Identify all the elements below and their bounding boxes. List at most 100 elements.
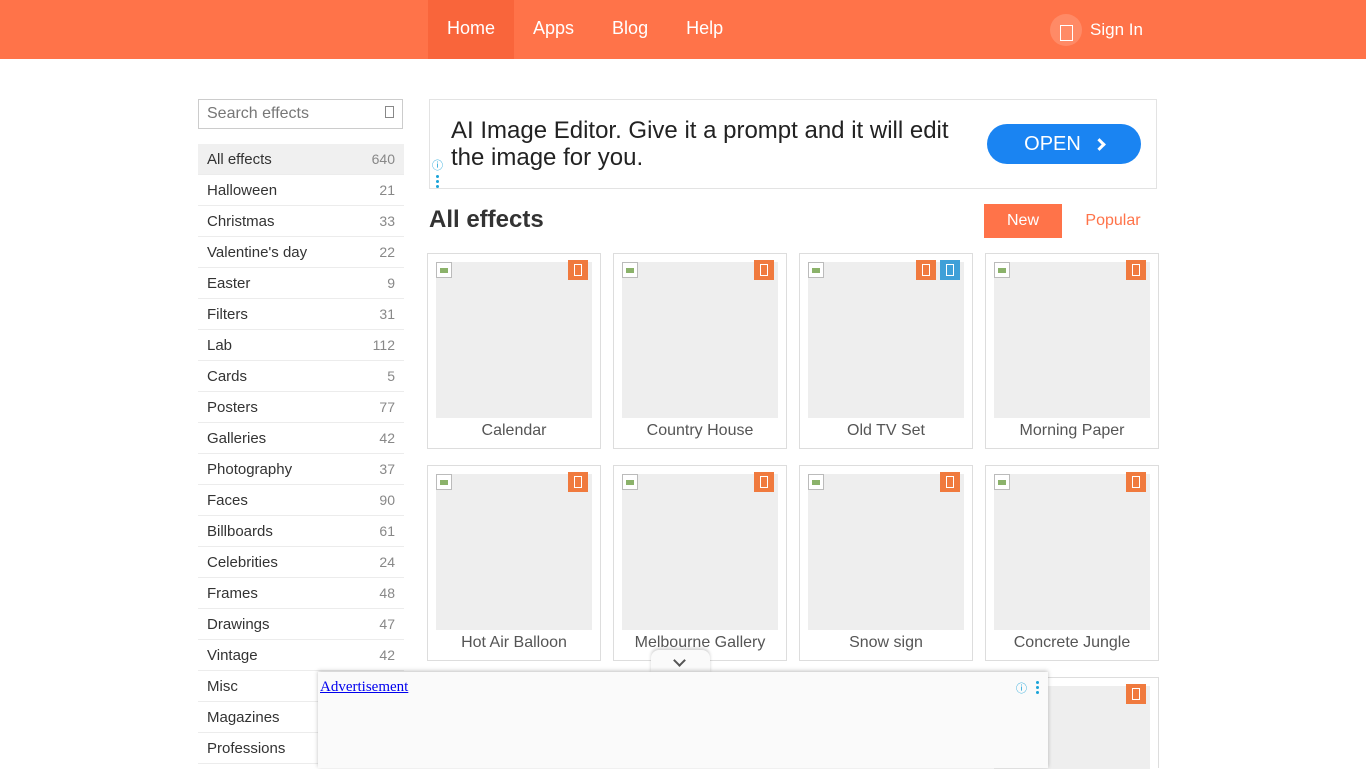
effect-thumbnail — [436, 262, 592, 418]
category-label: Celebrities — [207, 553, 278, 571]
page-title: All effects — [429, 206, 544, 233]
category-label: Lab — [207, 336, 233, 354]
category-item-posters[interactable]: Posters 77 — [198, 392, 404, 423]
category-item-easter[interactable]: Easter 9 — [198, 268, 404, 299]
category-item-celebrities[interactable]: Celebrities 24 — [198, 547, 404, 578]
category-label: Christmas — [207, 212, 275, 230]
advertisement-link[interactable]: Advertisement — [320, 679, 408, 696]
effect-name: Concrete Jungle — [1013, 634, 1131, 651]
category-label: Posters — [207, 398, 258, 416]
category-label: All effects — [207, 150, 272, 168]
category-count: 90 — [379, 492, 395, 508]
badge-icon — [754, 472, 774, 492]
category-item-halloween[interactable]: Halloween 21 — [198, 175, 404, 206]
category-item-filters[interactable]: Filters 31 — [198, 299, 404, 330]
badge-icon — [568, 472, 588, 492]
effect-name: Old TV Set — [847, 422, 925, 439]
effect-name: Country House — [646, 422, 754, 439]
ad-info-icon[interactable]: ⓘ — [1016, 680, 1027, 696]
category-count: 47 — [379, 616, 395, 632]
ad-banner[interactable]: AI Image Editor. Give it a prompt and it… — [429, 99, 1157, 189]
category-label: Misc — [207, 677, 238, 695]
broken-image-icon — [622, 474, 638, 490]
nav-help[interactable]: Help — [667, 0, 742, 59]
broken-image-icon — [436, 262, 452, 278]
broken-image-icon — [808, 262, 824, 278]
category-label: Valentine's day — [207, 243, 308, 261]
ad-menu-icon[interactable] — [436, 175, 439, 190]
effect-card-melbourne-gallery[interactable]: Melbourne Gallery — [613, 465, 787, 661]
search-input[interactable] — [199, 100, 379, 128]
category-label: Frames — [207, 584, 258, 602]
category-label: Easter — [207, 274, 251, 292]
badge-icon — [754, 260, 774, 280]
category-count: 9 — [387, 275, 395, 291]
ad-text: AI Image Editor. Give it a prompt and it… — [451, 117, 949, 171]
broken-image-icon — [994, 262, 1010, 278]
category-count: 21 — [379, 182, 395, 198]
search-box — [198, 99, 403, 129]
effect-card-snow-sign[interactable]: Snow sign — [799, 465, 973, 661]
effect-name: Morning Paper — [1019, 422, 1125, 439]
effect-thumbnail — [436, 474, 592, 630]
category-count: 24 — [379, 554, 395, 570]
nav-home[interactable]: Home — [428, 0, 515, 59]
category-count: 48 — [379, 585, 395, 601]
category-label: Professions — [207, 739, 286, 757]
sort-new-button[interactable]: New — [984, 204, 1062, 238]
effect-card-calendar[interactable]: Calendar — [427, 253, 601, 449]
ad-info-icon[interactable]: ⓘ — [432, 157, 443, 173]
category-item-billboards[interactable]: Billboards 61 — [198, 516, 404, 547]
category-item-drawings[interactable]: Drawings 47 — [198, 609, 404, 640]
badge-icon — [1126, 260, 1146, 280]
category-item-christmas[interactable]: Christmas 33 — [198, 206, 404, 237]
user-icon — [1050, 13, 1082, 46]
main-nav: Home Apps Blog Help — [428, 0, 742, 59]
effect-card-concrete-jungle[interactable]: Concrete Jungle — [985, 465, 1159, 661]
effect-card-old-tv-set[interactable]: Old TV Set — [799, 253, 973, 449]
category-item-all-effects[interactable]: All effects 640 — [198, 144, 404, 175]
category-item-lab[interactable]: Lab 112 — [198, 330, 404, 361]
category-item-vintage[interactable]: Vintage 42 — [198, 640, 404, 671]
effect-card-morning-paper[interactable]: Morning Paper — [985, 253, 1159, 449]
category-count: 112 — [372, 337, 395, 353]
sign-in-button[interactable]: Sign In — [1050, 0, 1143, 59]
broken-image-icon — [622, 262, 638, 278]
category-item-valentines-day[interactable]: Valentine's day 22 — [198, 237, 404, 268]
category-count: 42 — [379, 647, 395, 663]
badge-icon — [1126, 684, 1146, 704]
broken-image-icon — [808, 474, 824, 490]
nav-blog[interactable]: Blog — [593, 0, 667, 59]
category-label: Billboards — [207, 522, 273, 540]
badge-icon — [1126, 472, 1146, 492]
category-item-galleries[interactable]: Galleries 42 — [198, 423, 404, 454]
category-label: Halloween — [207, 181, 278, 199]
ad-menu-icon[interactable] — [1036, 681, 1039, 696]
effect-thumbnail — [622, 474, 778, 630]
category-list: All effects 640 Halloween 21 Christmas 33 V… — [198, 144, 404, 764]
category-label: Faces — [207, 491, 248, 509]
category-count: 5 — [387, 368, 395, 384]
chevron-right-icon — [1092, 137, 1106, 151]
effect-card-country-house[interactable]: Country House — [613, 253, 787, 449]
category-item-faces[interactable]: Faces 90 — [198, 485, 404, 516]
category-count: 42 — [379, 430, 395, 446]
ad-open-button[interactable]: OPEN — [987, 124, 1141, 164]
effect-name: Snow sign — [849, 634, 923, 651]
category-item-photography[interactable]: Photography 37 — [198, 454, 404, 485]
top-nav-bar: Home Apps Blog Help Sign In — [0, 0, 1366, 59]
badge-icon — [916, 260, 936, 280]
category-item-cards[interactable]: Cards 5 — [198, 361, 404, 392]
category-label: Drawings — [207, 615, 270, 633]
category-item-frames[interactable]: Frames 48 — [198, 578, 404, 609]
bottom-ad: Advertisement ⓘ — [318, 672, 1048, 768]
category-label: Vintage — [207, 646, 258, 664]
nav-apps[interactable]: Apps — [514, 0, 593, 59]
sort-popular-button[interactable]: Popular — [1072, 204, 1154, 238]
search-icon[interactable] — [385, 106, 394, 118]
badge-icon — [568, 260, 588, 280]
effect-card-hot-air-balloon[interactable]: Hot Air Balloon — [427, 465, 601, 661]
effect-name: Calendar — [481, 422, 547, 439]
category-count: 77 — [379, 399, 395, 415]
collapse-ad-button[interactable] — [651, 650, 710, 674]
